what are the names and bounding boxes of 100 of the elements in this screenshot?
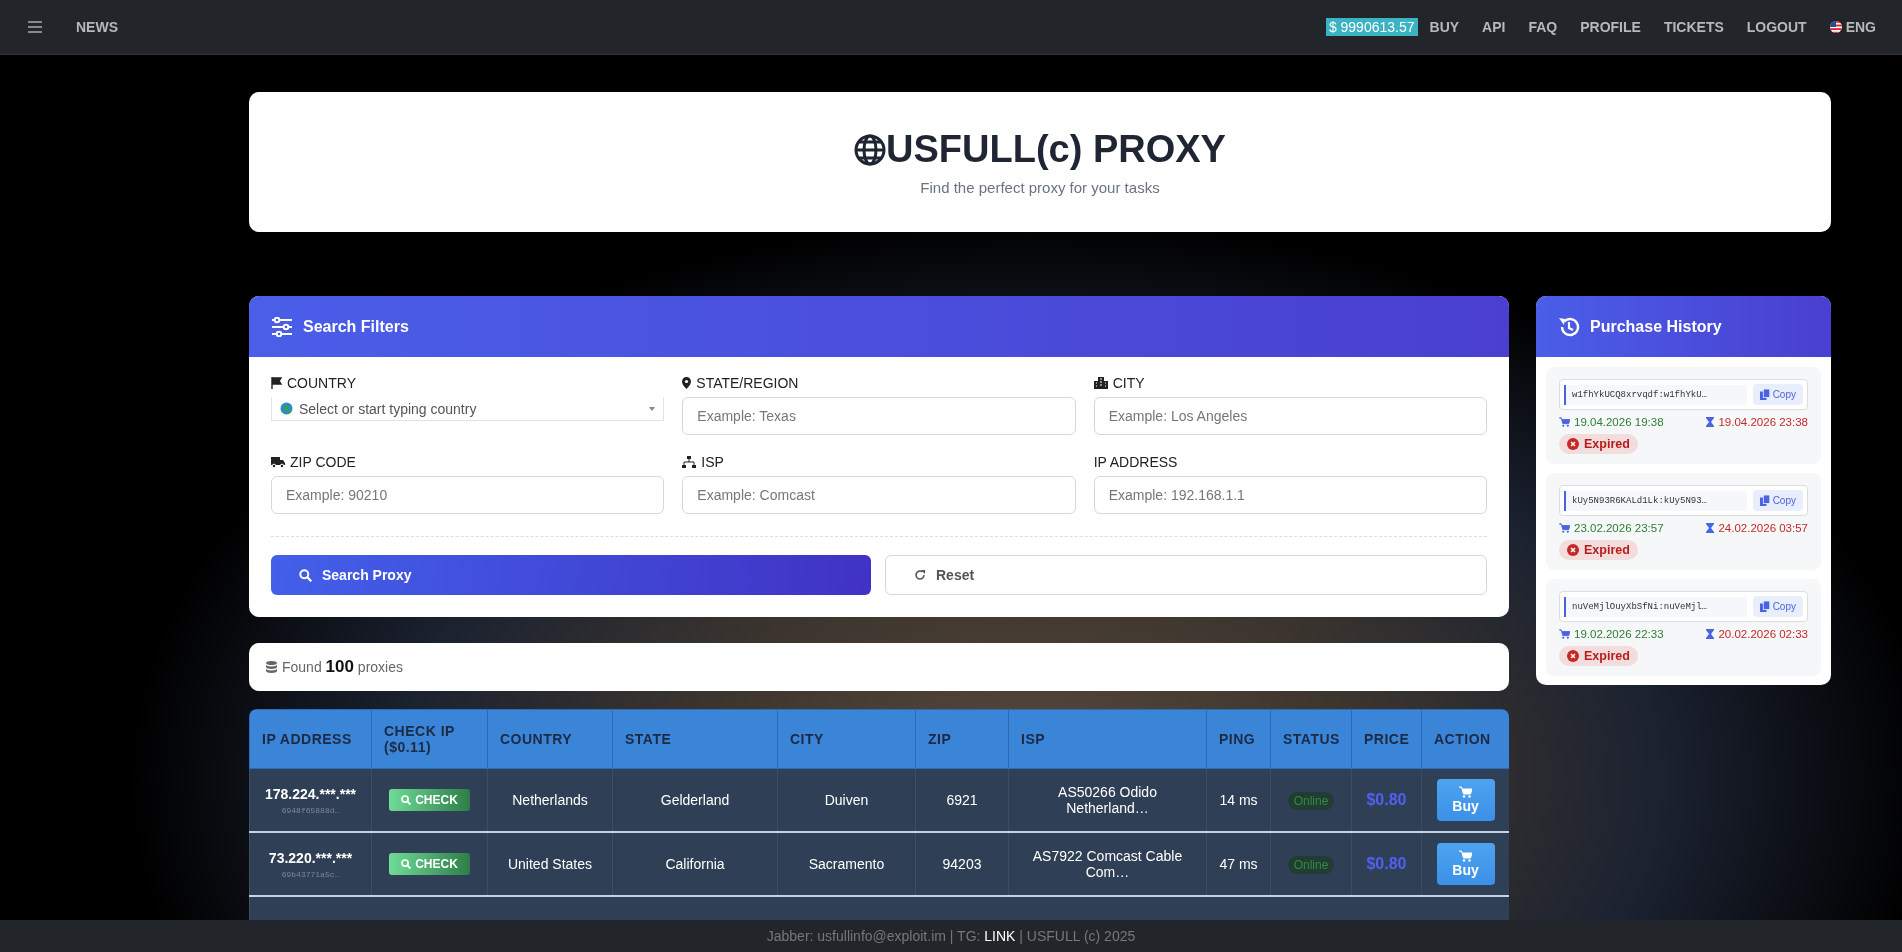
results-count: Found 100 proxies <box>282 657 403 677</box>
proxy-credentials: w1fhYkUCQ8xrvqdf:w1fhYkU… <box>1564 384 1747 405</box>
proxy-hash: 69b43771a5c… <box>280 869 341 879</box>
error-icon <box>1567 650 1579 662</box>
table-cell: 14 ms <box>1206 768 1271 832</box>
balance-badge: $ 9990613.57 <box>1325 18 1418 36</box>
search-proxy-button[interactable]: Search Proxy <box>271 555 871 595</box>
cart-icon <box>1459 786 1472 798</box>
status-badge: Expired <box>1559 646 1638 666</box>
field-label: COUNTRY <box>287 375 356 391</box>
nav-link[interactable]: BUY <box>1429 19 1460 35</box>
purchase-date: 23.02.2026 23:57 <box>1574 522 1664 534</box>
table-cell: 94203 <box>915 832 1009 896</box>
status-badge: Online <box>1287 856 1335 874</box>
field-label: ZIP CODE <box>290 454 356 470</box>
cart-icon <box>1559 523 1570 533</box>
column-header: PING <box>1206 709 1271 769</box>
expiry-date: 24.02.2026 03:57 <box>1718 522 1808 534</box>
sliders-icon <box>271 316 293 337</box>
copy-icon <box>1759 495 1770 506</box>
table-cell: 47 ms <box>1206 832 1271 896</box>
database-icon <box>266 661 277 673</box>
table-cell: AS7922 Comcast Cable Com… <box>1008 832 1207 896</box>
proxy-hash: 6948f65888d… <box>280 805 341 815</box>
search-icon <box>401 795 412 805</box>
globe-icon <box>854 133 887 166</box>
copy-button[interactable]: Copy <box>1752 384 1803 405</box>
footer-text: Jabber: usfullinfo@exploit.im | TG: LINK | USFULL (c) 2025 <box>766 928 1136 944</box>
app-title: USFULL(c) PROXY <box>886 128 1226 171</box>
column-header: STATUS <box>1270 709 1352 769</box>
table-cell: AS50266 Odido Netherland… <box>1008 768 1207 832</box>
column-header: ZIP <box>915 709 1009 769</box>
table-cell: Gelderland <box>612 768 778 832</box>
purchase-date: 19.02.2026 22:33 <box>1574 628 1664 640</box>
redo-icon <box>914 569 926 581</box>
table-cell: California <box>612 832 778 896</box>
status-badge: Online <box>1287 792 1335 810</box>
status-badge: Expired <box>1559 540 1638 560</box>
status-badge: Expired <box>1559 434 1638 454</box>
cart-icon <box>1559 417 1570 427</box>
table-cell: 6921 <box>915 768 1009 832</box>
column-header: IP ADDRESS <box>249 709 372 769</box>
proxy-credentials: kUy5N93R6KALd1Lk:kUy5N93… <box>1564 490 1747 511</box>
field-label: IP ADDRESS <box>1093 454 1178 470</box>
nav-link[interactable]: LOGOUT <box>1746 19 1807 35</box>
copy-icon <box>1759 601 1770 612</box>
field-label: ISP <box>701 454 724 470</box>
expiry-date: 20.02.2026 02:33 <box>1718 628 1808 640</box>
network-icon <box>682 456 697 468</box>
panel-title: Search Filters <box>303 317 409 336</box>
app-subtitle: Find the perfect proxy for your tasks <box>920 179 1160 196</box>
hourglass-icon <box>1706 417 1715 427</box>
error-icon <box>1567 544 1579 556</box>
table-cell: Sacramento <box>777 832 916 896</box>
table-cell: Netherlands <box>487 768 613 832</box>
search-icon <box>401 859 412 869</box>
purchase-date: 19.04.2026 19:38 <box>1574 416 1664 428</box>
truck-icon <box>271 456 285 468</box>
nav-link[interactable]: API <box>1482 19 1506 35</box>
menu-icon[interactable] <box>28 21 42 33</box>
us-flag-icon <box>1829 21 1842 33</box>
hourglass-icon <box>1706 523 1715 533</box>
caret-icon <box>649 406 656 411</box>
column-header: PRICE <box>1351 709 1422 769</box>
nav-link[interactable]: TICKETS <box>1663 19 1724 35</box>
ip-address: 178.224.***.*** <box>263 785 358 802</box>
history-icon <box>1558 315 1580 338</box>
nav-link[interactable]: NEWS <box>76 19 118 35</box>
buildings-icon <box>1093 377 1108 389</box>
text-field[interactable]: Example: Los Angeles <box>1093 397 1487 435</box>
copy-icon <box>1759 389 1770 400</box>
flag-icon <box>271 377 282 389</box>
map-pin-icon <box>682 377 692 389</box>
proxy-credentials: nuVeMjlOuyXbSfNi:nuVeMjl… <box>1564 596 1747 617</box>
text-field[interactable]: Example: Comcast <box>682 476 1076 514</box>
reset-button[interactable]: Reset <box>885 555 1487 595</box>
nav-link[interactable]: PROFILE <box>1580 19 1641 35</box>
copy-button[interactable]: Copy <box>1752 490 1803 511</box>
column-header: ISP <box>1008 709 1207 769</box>
text-field[interactable]: Example: Texas <box>682 397 1076 435</box>
cart-icon <box>1459 850 1472 862</box>
column-header: COUNTRY <box>487 709 613 769</box>
text-field[interactable]: Example: 90210 <box>271 476 665 514</box>
column-header: ACTION <box>1421 709 1509 769</box>
language-link[interactable]: ENG <box>1829 19 1876 35</box>
table-cell: United States <box>487 832 613 896</box>
table-cell: Duiven <box>777 768 916 832</box>
text-field[interactable]: Example: 192.168.1.1 <box>1093 476 1487 514</box>
ip-address: 73.220.***.*** <box>267 849 354 866</box>
country-select[interactable]: Select or start typing country <box>271 397 665 421</box>
globe-icon <box>280 402 293 415</box>
field-label: CITY <box>1112 375 1145 391</box>
cart-icon <box>1559 629 1570 639</box>
error-icon <box>1567 438 1579 450</box>
panel-title: Purchase History <box>1590 317 1722 336</box>
price-cell: $0.80 <box>1351 768 1422 832</box>
copy-button[interactable]: Copy <box>1752 596 1803 617</box>
column-header: CHECK IP ($0.11) <box>371 709 488 769</box>
nav-link[interactable]: FAQ <box>1528 19 1558 35</box>
footer-link[interactable]: LINK <box>984 928 1016 944</box>
